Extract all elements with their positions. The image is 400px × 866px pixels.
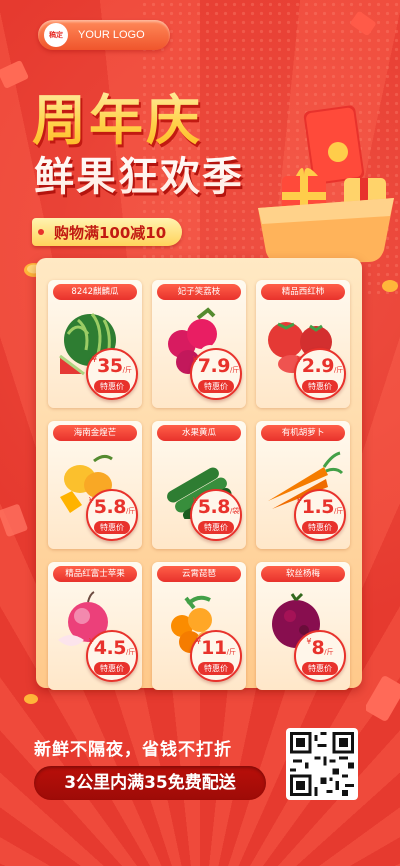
- price-badge: ¥11/斤 特惠价: [190, 630, 242, 682]
- red-envelope-decoration-top: [350, 11, 376, 36]
- brand-logo[interactable]: 稿定 YOUR LOGO: [38, 20, 170, 50]
- price-badge: ¥5.8/斤 特惠价: [86, 489, 138, 541]
- price-badge: ¥35/斤 特惠价: [86, 348, 138, 400]
- product-name: 精品西红柿: [261, 284, 345, 300]
- gift-basket-icon: [258, 105, 394, 264]
- product-card[interactable]: 8242麒麟瓜 ¥35/斤 特惠价: [48, 280, 142, 408]
- product-card[interactable]: 软丝杨梅 ¥8/斤 特惠价: [256, 562, 350, 690]
- price-unit: /斤: [125, 507, 136, 515]
- product-name: 软丝杨梅: [261, 566, 345, 582]
- coin-decoration-right: [382, 280, 398, 292]
- price-unit: /斤: [229, 366, 240, 374]
- price-value: 4.5: [93, 637, 127, 659]
- price-badge: ¥7.9/斤 特惠价: [190, 348, 242, 400]
- poster: 稿定 YOUR LOGO 周年庆 鲜果狂欢季 购物满100减10 8242麒麟瓜…: [0, 0, 400, 866]
- product-card[interactable]: 妃子笑荔枝 ¥7.9/斤 特惠价: [152, 280, 246, 408]
- price-value: 7.9: [197, 355, 231, 377]
- price-value: 1.5: [301, 496, 335, 518]
- price-badge: ¥4.5/斤 特惠价: [86, 630, 138, 682]
- product-card[interactable]: 海南金煌芒 ¥5.8/斤 特惠价: [48, 421, 142, 549]
- price-badge-label: 特惠价: [302, 662, 338, 675]
- price-badge: ¥8/斤 特惠价: [294, 630, 346, 682]
- product-card[interactable]: 有机胡萝卜 ¥1.5/斤 特惠价: [256, 421, 350, 549]
- delivery-banner: 3公里内满35免费配送: [34, 766, 266, 800]
- price-badge: ¥1.5/斤 特惠价: [294, 489, 346, 541]
- logo-badge: 稿定: [44, 23, 68, 47]
- price-unit: /斤: [226, 648, 236, 656]
- price-value: 5.8: [93, 496, 127, 518]
- coin-decoration-bottom: [24, 694, 38, 704]
- price-badge: ¥5.8/袋 特惠价: [190, 489, 242, 541]
- footer-slogan: 新鲜不隔夜，省钱不打折: [34, 740, 232, 760]
- price-value: 35: [97, 355, 123, 377]
- red-envelope-decoration-left: [0, 60, 29, 88]
- price-badge-label: 特惠价: [94, 521, 130, 534]
- price-badge: ¥2.9/斤 特惠价: [294, 348, 346, 400]
- price-badge-label: 特惠价: [302, 521, 338, 534]
- qr-code-icon: [290, 732, 354, 796]
- price-value: 5.8: [197, 496, 231, 518]
- price-unit: /斤: [333, 366, 344, 374]
- product-card[interactable]: 精品红富士苹果 ¥4.5/斤 特惠价: [48, 562, 142, 690]
- product-name: 精品红富士苹果: [53, 566, 137, 582]
- price-badge-label: 特惠价: [94, 380, 130, 393]
- price-value: 11: [201, 637, 227, 659]
- price-unit: /袋: [229, 507, 240, 515]
- logo-text: YOUR LOGO: [78, 29, 145, 41]
- price-value: 8: [311, 637, 325, 659]
- price-badge-label: 特惠价: [198, 521, 234, 534]
- price-badge-label: 特惠价: [198, 380, 234, 393]
- product-card[interactable]: 水果黄瓜 ¥5.8/袋 特惠价: [152, 421, 246, 549]
- headline-fruit-carnival: 鲜果狂欢季: [34, 144, 244, 202]
- price-badge-label: 特惠价: [94, 662, 130, 675]
- product-name: 云霄琵琶: [157, 566, 241, 582]
- price-unit: /斤: [324, 648, 334, 656]
- price-value: 2.9: [301, 355, 335, 377]
- price-unit: /斤: [122, 366, 132, 374]
- product-card[interactable]: 精品西红柿 ¥2.9/斤 特惠价: [256, 280, 350, 408]
- price-unit: /斤: [333, 507, 344, 515]
- product-name: 有机胡萝卜: [261, 425, 345, 441]
- red-envelope-decoration-right: [366, 676, 400, 721]
- product-name: 妃子笑荔枝: [157, 284, 241, 300]
- price-unit: /斤: [125, 648, 136, 656]
- product-card[interactable]: 云霄琵琶 ¥11/斤 特惠价: [152, 562, 246, 690]
- price-badge-label: 特惠价: [198, 662, 234, 675]
- red-envelope-decoration-bottom-left: [0, 504, 28, 537]
- product-name: 海南金煌芒: [53, 425, 137, 441]
- price-badge-label: 特惠价: [302, 380, 338, 393]
- qr-code[interactable]: [286, 728, 358, 800]
- promo-tag: 购物满100减10: [32, 218, 183, 246]
- product-name: 8242麒麟瓜: [53, 284, 137, 300]
- product-name: 水果黄瓜: [157, 425, 241, 441]
- product-grid: 8242麒麟瓜 ¥35/斤 特惠价 妃子笑荔枝 ¥7.9/斤 特惠价 精品西红柿…: [36, 258, 362, 690]
